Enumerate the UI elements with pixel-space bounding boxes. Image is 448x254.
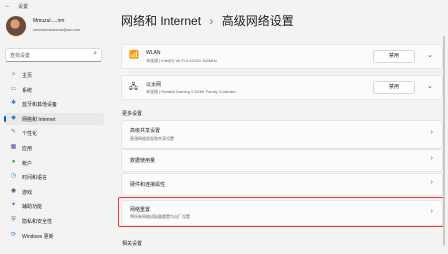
sidebar-item-label: 游戏	[22, 189, 33, 196]
user-email: cmcosiculowsolo@aa.com	[33, 27, 81, 32]
sidebar-item[interactable]: ▭ 系统	[4, 84, 104, 96]
adapter-card-ethernet: 🖧 以太网 未连接 | Realtek Gaming 2.5GbE Family…	[121, 75, 443, 100]
sidebar-item[interactable]: ✦ 辅助功能	[4, 200, 104, 212]
chevron-right-icon: ›	[430, 179, 433, 186]
sidebar-item-label: 网络和 Internet	[22, 116, 56, 123]
section-more-settings: 更多设置	[122, 111, 143, 117]
network-icon: ◆	[11, 114, 16, 121]
search-placeholder: 查找设置	[10, 53, 31, 59]
wifi-icon: 📶	[129, 50, 139, 59]
highlight-box	[118, 197, 444, 227]
adapter-card-wlan: 📶 WLAN 未连接 | Intel(R) Wi-Fi 6 AX201 160M…	[121, 44, 443, 69]
chevron-right-icon: ›	[430, 155, 433, 162]
ethernet-icon: 🖧	[129, 82, 138, 91]
sidebar-item[interactable]: ◉ 游戏	[4, 186, 104, 198]
disable-ethernet-button[interactable]: 禁用	[373, 81, 415, 94]
sidebar-item[interactable]: ⌂ 主页	[4, 69, 104, 81]
scrollbar[interactable]	[443, 36, 445, 246]
user-name: Mmuzul.....nm	[33, 18, 65, 24]
adapter-detail: 未连接 | Realtek Gaming 2.5GbE Family Contr…	[146, 89, 236, 94]
sidebar-item[interactable]: ● 帐户	[4, 157, 104, 169]
sidebar-item[interactable]: ✎ 个性化	[4, 127, 104, 139]
accessibility-icon: ✦	[10, 202, 17, 209]
sidebar-item[interactable]: ◆ 网络和 Internet	[4, 112, 104, 125]
adapter-detail: 未连接 | Intel(R) Wi-Fi 6 AX201 160MHz	[146, 58, 218, 63]
search-icon[interactable]: ⌕	[93, 50, 97, 58]
breadcrumb-separator: ›	[209, 14, 214, 28]
sidebar-item-label: 隐私和安全性	[22, 219, 53, 225]
sidebar-item-label: Windows 更新	[22, 233, 54, 240]
shield-icon: ⛨	[11, 217, 16, 223]
sidebar-item-label: 主页	[22, 73, 33, 79]
active-indicator	[4, 115, 6, 122]
account-icon: ●	[11, 158, 16, 165]
sidebar-item-label: 个性化	[22, 131, 38, 138]
personalization-icon: ✎	[10, 129, 17, 136]
setting-subtitle: 更改网络发现和共享设置	[130, 136, 174, 141]
setting-title: 高级共享设置	[130, 128, 161, 134]
setting-data-usage[interactable]: 数据使用量 ›	[121, 149, 443, 172]
sidebar-item[interactable]: ▦ 应用	[4, 142, 104, 154]
avatar[interactable]	[6, 16, 26, 36]
page-title: 网络和 Internet › 高级网络设置	[121, 12, 294, 29]
sidebar-item-label: 时间和语言	[22, 175, 48, 182]
sidebar-item-label: 帐户	[22, 160, 33, 167]
sidebar-item[interactable]: ⛨ 隐私和安全性	[4, 215, 104, 227]
sidebar-item[interactable]: ⟳ Windows 更新	[4, 230, 104, 242]
setting-hardware-properties[interactable]: 硬件和连接属性 ›	[121, 173, 443, 196]
disable-wlan-button[interactable]: 禁用	[373, 50, 415, 63]
apps-icon: ▦	[10, 144, 17, 150]
breadcrumb-current: 高级网络设置	[221, 14, 294, 28]
search-input[interactable]: 查找设置 ⌕	[5, 48, 102, 62]
chevron-right-icon: ›	[430, 129, 433, 136]
windows-update-icon: ⟳	[10, 231, 17, 238]
system-icon: ▭	[10, 85, 17, 92]
chevron-down-icon[interactable]: ⌄	[427, 51, 433, 59]
home-icon: ⌂	[11, 71, 16, 77]
sidebar-item-label: 辅助功能	[22, 204, 43, 211]
sidebar-item-label: 系统	[22, 87, 33, 94]
sidebar-item[interactable]: ✱ 蓝牙和其他设备	[4, 98, 104, 110]
time-language-icon: ◷	[10, 173, 17, 180]
breadcrumb-parent[interactable]: 网络和 Internet	[121, 14, 201, 28]
gaming-icon: ◉	[10, 187, 17, 194]
sidebar: Mmuzul.....nm cmcosiculowsolo@aa.com 查找设…	[0, 0, 110, 240]
sidebar-item-label: 蓝牙和其他设备	[22, 102, 58, 109]
section-related-settings: 相关设置	[122, 241, 143, 247]
sidebar-item[interactable]: ◷ 时间和语言	[4, 171, 104, 183]
setting-title: 硬件和连接属性	[130, 182, 166, 188]
sidebar-item-label: 应用	[22, 146, 33, 152]
adapter-name: WLAN	[146, 50, 161, 56]
setting-title: 数据使用量	[130, 158, 156, 164]
bluetooth-icon: ✱	[10, 100, 17, 107]
adapter-name: 以太网	[146, 82, 162, 88]
chevron-down-icon[interactable]: ⌄	[427, 82, 433, 90]
setting-advanced-sharing[interactable]: 高级共享设置 更改网络发现和共享设置 ›	[121, 120, 443, 149]
